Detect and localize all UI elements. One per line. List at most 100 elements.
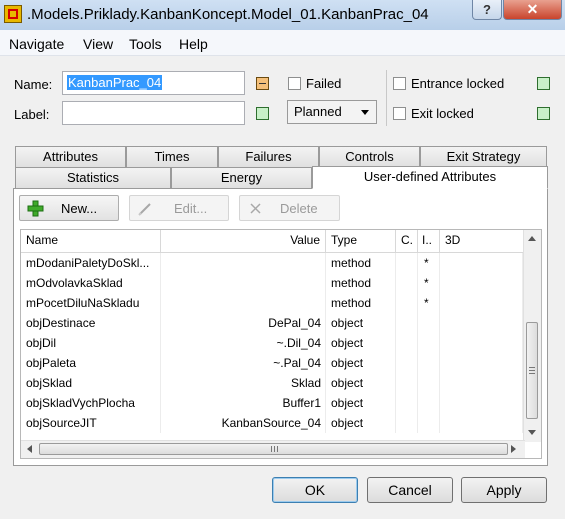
header-c[interactable]: C.: [396, 230, 418, 252]
exit-locked-label: Exit locked: [411, 106, 474, 121]
cell-type: method: [326, 273, 396, 293]
cell-value: DePal_04: [161, 313, 326, 333]
name-field[interactable]: KanbanPrac_04: [62, 71, 245, 95]
ok-button[interactable]: OK: [272, 477, 358, 503]
label-label: Label:: [14, 107, 50, 122]
cell-name: objSkladVychPlocha: [21, 393, 161, 413]
plus-icon: [27, 200, 44, 217]
tab-times[interactable]: Times: [126, 146, 218, 167]
cell-3d: [440, 353, 523, 373]
table-row[interactable]: mPocetDiluNaSkladu method *: [21, 293, 523, 313]
exit-locked-checkbox[interactable]: [393, 107, 406, 120]
table-row[interactable]: mDodaniPaletyDoSkl... method *: [21, 253, 523, 273]
divider: [386, 70, 387, 126]
cell-i: [418, 373, 440, 393]
delete-label: Delete: [280, 201, 318, 216]
cell-name: mPocetDiluNaSkladu: [21, 293, 161, 313]
cell-name: objPaleta: [21, 353, 161, 373]
scroll-right-icon[interactable]: [511, 445, 516, 453]
menu-navigate[interactable]: Navigate: [9, 36, 64, 52]
cell-value: [161, 293, 326, 313]
cell-type: object: [326, 313, 396, 333]
close-button[interactable]: ✕: [503, 0, 562, 20]
scroll-left-icon[interactable]: [27, 445, 32, 453]
cell-c: [396, 273, 418, 293]
horizontal-scrollbar[interactable]: [21, 440, 525, 458]
table-row[interactable]: objSklad Sklad object: [21, 373, 523, 393]
cell-i: [418, 313, 440, 333]
label-field[interactable]: [62, 101, 245, 125]
cell-name: objSourceJIT: [21, 413, 161, 433]
window-title: .Models.Priklady.KanbanKoncept.Model_01.…: [27, 6, 429, 23]
status-dropdown[interactable]: Planned: [287, 100, 377, 124]
tab-attributes[interactable]: Attributes: [15, 146, 126, 167]
table-row[interactable]: objSkladVychPlocha Buffer1 object: [21, 393, 523, 413]
table-row[interactable]: mOdvolavkaSklad method *: [21, 273, 523, 293]
cell-i: [418, 393, 440, 413]
cancel-button[interactable]: Cancel: [367, 477, 453, 503]
app-icon: [4, 5, 22, 23]
title-bar[interactable]: .Models.Priklady.KanbanKoncept.Model_01.…: [0, 0, 565, 31]
scroll-up-icon[interactable]: [528, 236, 536, 241]
edit-button[interactable]: Edit...: [129, 195, 229, 221]
help-button[interactable]: ?: [472, 0, 502, 20]
header-type[interactable]: Type: [326, 230, 396, 252]
tab-failures[interactable]: Failures: [218, 146, 319, 167]
cell-c: [396, 293, 418, 313]
header-value[interactable]: Value: [161, 230, 326, 252]
vertical-scroll-thumb[interactable]: [526, 322, 538, 419]
name-inherit-button[interactable]: [256, 77, 269, 90]
dialog-window: .Models.Priklady.KanbanKoncept.Model_01.…: [0, 0, 565, 519]
cell-value: [161, 253, 326, 273]
cell-3d: [440, 393, 523, 413]
tab-statistics[interactable]: Statistics: [15, 167, 171, 188]
tab-controls[interactable]: Controls: [319, 146, 420, 167]
cell-name: objDestinace: [21, 313, 161, 333]
cell-c: [396, 333, 418, 353]
vertical-scrollbar[interactable]: [523, 230, 541, 442]
cell-value: KanbanSource_04: [161, 413, 326, 433]
cell-c: [396, 253, 418, 273]
cell-3d: [440, 313, 523, 333]
table-header: Name Value Type C. I.. 3D: [21, 230, 523, 253]
edit-label: Edit...: [174, 201, 208, 216]
table-row[interactable]: objSourceJIT KanbanSource_04 object: [21, 413, 523, 433]
entrance-inherit-button[interactable]: [537, 77, 550, 90]
menu-view[interactable]: View: [83, 36, 113, 52]
cell-i: *: [418, 253, 440, 273]
tab-exit-strategy[interactable]: Exit Strategy: [420, 146, 547, 167]
table-row[interactable]: objPaleta ~.Pal_04 object: [21, 353, 523, 373]
cell-type: object: [326, 353, 396, 373]
cell-i: [418, 353, 440, 373]
header-name[interactable]: Name: [21, 230, 161, 252]
name-label: Name:: [14, 77, 53, 92]
entrance-locked-checkbox[interactable]: [393, 77, 406, 90]
horizontal-scroll-thumb[interactable]: [39, 443, 508, 455]
tab-user-defined-attributes[interactable]: User-defined Attributes: [312, 166, 548, 189]
header-i[interactable]: I..: [418, 230, 440, 252]
scroll-down-icon[interactable]: [528, 430, 536, 435]
label-inherit-button[interactable]: [256, 107, 269, 120]
cell-3d: [440, 273, 523, 293]
delete-button[interactable]: Delete: [239, 195, 340, 221]
menu-tools[interactable]: Tools: [129, 36, 162, 52]
cell-3d: [440, 293, 523, 313]
header-3d[interactable]: 3D: [440, 230, 523, 252]
menu-help[interactable]: Help: [179, 36, 208, 52]
table-row[interactable]: objDestinace DePal_04 object: [21, 313, 523, 333]
cell-type: method: [326, 253, 396, 273]
table-row[interactable]: objDil ~.Dil_04 object: [21, 333, 523, 353]
close-icon: ✕: [526, 1, 539, 17]
tab-energy[interactable]: Energy: [171, 167, 312, 188]
cell-i: *: [418, 293, 440, 313]
cell-c: [396, 393, 418, 413]
cell-c: [396, 353, 418, 373]
apply-button[interactable]: Apply: [461, 477, 547, 503]
cell-c: [396, 413, 418, 433]
failed-checkbox[interactable]: [288, 77, 301, 90]
cell-type: object: [326, 373, 396, 393]
cell-3d: [440, 373, 523, 393]
cell-name: objDil: [21, 333, 161, 353]
new-button[interactable]: New...: [19, 195, 119, 221]
exit-inherit-button[interactable]: [537, 107, 550, 120]
